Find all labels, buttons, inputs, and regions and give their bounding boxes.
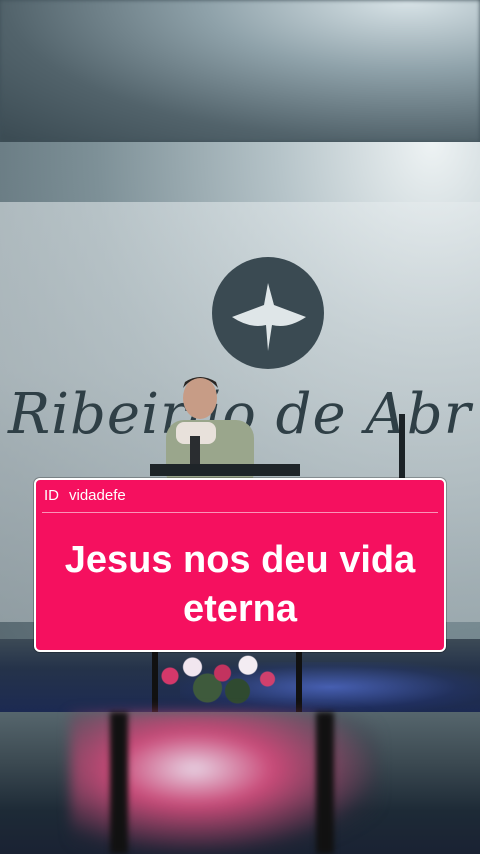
blurred-background-top xyxy=(0,0,480,142)
caption-handle: ID vidadefe xyxy=(44,487,126,504)
pulpit xyxy=(150,464,300,476)
blurred-table-leg xyxy=(316,712,334,854)
dove-logo-icon xyxy=(212,257,324,369)
id-label: ID xyxy=(44,487,59,504)
blurred-table-leg xyxy=(110,712,128,854)
flower-arrangement xyxy=(140,652,290,712)
blurred-background-bottom xyxy=(0,712,480,854)
caption-divider xyxy=(42,512,438,513)
caption-card: ID vidadefe Jesus nos deu vida eterna xyxy=(34,478,446,652)
caption-text: Jesus nos deu vida eterna xyxy=(64,539,416,630)
handle-text: vidadefe xyxy=(69,487,126,504)
